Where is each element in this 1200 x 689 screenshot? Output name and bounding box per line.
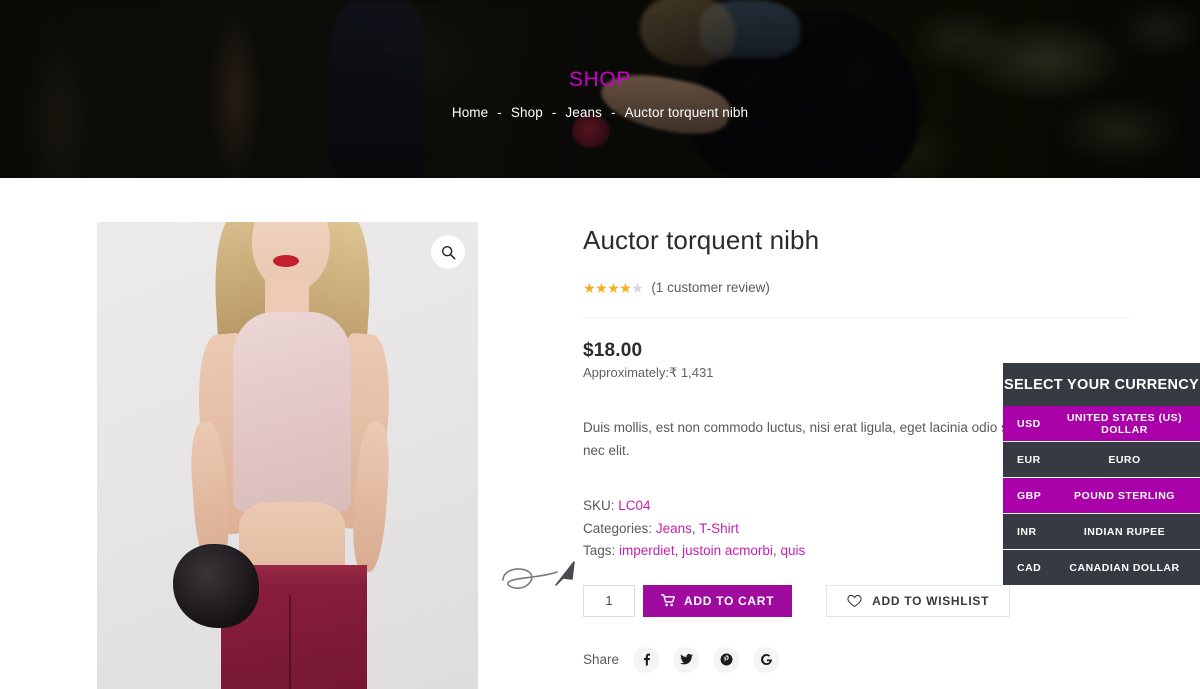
tag-link-imperdiet[interactable]: imperdiet bbox=[619, 543, 675, 558]
summary-divider bbox=[583, 317, 1129, 318]
tag-link-quis[interactable]: quis bbox=[780, 543, 805, 558]
product-title: Auctor torquent nibh bbox=[583, 225, 820, 255]
currency-option-cad[interactable]: CAD CANADIAN DOLLAR bbox=[1003, 550, 1200, 586]
product-summary: Auctor torquent nibh ★ ★ ★ ★ ★ (1 custom… bbox=[478, 222, 1129, 689]
currency-option-inr[interactable]: INR INDIAN RUPEE bbox=[1003, 514, 1200, 550]
sku-row: SKU: LC04 bbox=[583, 495, 1038, 518]
purchase-actions: ADD TO CART ADD TO WISHLIST bbox=[583, 584, 1038, 617]
currency-option-gbp[interactable]: GBP POUND STERLING bbox=[1003, 478, 1200, 514]
sku-value: LC04 bbox=[618, 497, 651, 513]
product-price: $18.00 bbox=[583, 340, 643, 361]
product-gallery[interactable] bbox=[97, 222, 478, 689]
product-meta: SKU: LC04 Categories: Jeans, T-Shirt Tag… bbox=[583, 495, 1038, 563]
breadcrumb: Home - Shop - Jeans - Auctor torquent ni… bbox=[452, 105, 748, 120]
add-to-cart-button[interactable]: ADD TO CART bbox=[643, 584, 793, 617]
hero-content: SHOP Home - Shop - Jeans - Auctor torque… bbox=[0, 0, 1200, 178]
currency-option-usd[interactable]: USD UNITED STATES (US) DOLLAR bbox=[1003, 406, 1200, 442]
google-icon bbox=[760, 654, 772, 666]
category-link-jeans[interactable]: Jeans bbox=[656, 521, 692, 536]
currency-name: INDIAN RUPEE bbox=[1083, 525, 1166, 538]
currency-option-eur[interactable]: EUR EURO bbox=[1003, 442, 1200, 478]
page-title: SHOP bbox=[569, 68, 631, 91]
breadcrumb-separator: - bbox=[551, 105, 557, 120]
magnifier-icon bbox=[441, 245, 455, 259]
cart-icon bbox=[661, 594, 675, 607]
share-button-twitter[interactable] bbox=[673, 646, 700, 673]
product-description: Duis mollis, est non commodo luctus, nis… bbox=[583, 420, 1027, 458]
currency-name: EURO bbox=[1108, 453, 1141, 466]
category-link-tshirt[interactable]: T-Shirt bbox=[699, 521, 739, 536]
categories-label: Categories: bbox=[583, 520, 653, 536]
share-button-facebook[interactable] bbox=[633, 646, 660, 673]
categories-row: Categories: Jeans, T-Shirt bbox=[583, 518, 1038, 541]
tags-label: Tags: bbox=[583, 543, 616, 559]
breadcrumb-item-current: Auctor torquent nibh bbox=[624, 105, 749, 120]
pinterest-icon bbox=[720, 653, 732, 666]
currency-name: UNITED STATES (US) DOLLAR bbox=[1066, 411, 1183, 436]
share-label: Share bbox=[583, 652, 620, 668]
add-to-cart-label: ADD TO CART bbox=[684, 593, 775, 608]
currency-name: CANADIAN DOLLAR bbox=[1069, 561, 1180, 574]
star-icon-filled: ★ bbox=[619, 279, 632, 296]
approximate-value: ₹ 1,431 bbox=[668, 365, 714, 380]
approximate-price: Approximately:₹ 1,431 bbox=[583, 365, 1038, 381]
currency-code: CAD bbox=[1017, 561, 1042, 574]
zoom-button[interactable] bbox=[431, 235, 465, 269]
meta-comma: , bbox=[674, 543, 679, 559]
breadcrumb-item-jeans[interactable]: Jeans bbox=[565, 105, 602, 120]
currency-code: INR bbox=[1017, 525, 1037, 538]
rating-row: ★ ★ ★ ★ ★ (1 customer review) bbox=[583, 280, 1038, 295]
currency-widget-header: SELECT YOUR CURRENCY bbox=[1003, 363, 1200, 406]
tags-row: Tags: imperdiet, justoin acmorbi, quis bbox=[583, 540, 1038, 563]
approximate-label: Approximately: bbox=[583, 365, 669, 380]
currency-code: EUR bbox=[1017, 453, 1041, 466]
add-to-wishlist-button[interactable]: ADD TO WISHLIST bbox=[826, 584, 1011, 617]
heart-icon bbox=[847, 594, 862, 607]
product-image-detail bbox=[289, 594, 291, 689]
product-image-detail bbox=[173, 544, 259, 628]
breadcrumb-separator: - bbox=[610, 105, 616, 120]
add-to-wishlist-label: ADD TO WISHLIST bbox=[872, 593, 990, 608]
price-block: $18.00 Approximately:₹ 1,431 bbox=[583, 340, 1038, 381]
twitter-icon bbox=[679, 654, 693, 665]
share-button-pinterest[interactable] bbox=[713, 646, 740, 673]
product-image-detail bbox=[273, 255, 299, 267]
customer-review-link[interactable]: (1 customer review) bbox=[651, 280, 770, 295]
star-rating[interactable]: ★ ★ ★ ★ ★ bbox=[583, 279, 644, 296]
star-icon-filled: ★ bbox=[607, 279, 620, 296]
hero-banner: SHOP Home - Shop - Jeans - Auctor torque… bbox=[0, 0, 1200, 178]
currency-code: USD bbox=[1017, 417, 1041, 430]
share-button-google[interactable] bbox=[753, 646, 780, 673]
currency-name: POUND STERLING bbox=[1074, 489, 1175, 502]
star-icon-empty: ★ bbox=[631, 279, 644, 296]
breadcrumb-item-shop[interactable]: Shop bbox=[511, 105, 543, 120]
meta-comma: , bbox=[772, 543, 777, 559]
product-image-detail bbox=[233, 312, 351, 512]
star-icon-filled: ★ bbox=[595, 279, 608, 296]
star-icon-filled: ★ bbox=[583, 279, 596, 296]
breadcrumb-item-home[interactable]: Home bbox=[452, 105, 488, 120]
tag-link-justoin-acmorbi[interactable]: justoin acmorbi bbox=[682, 543, 773, 558]
sku-label: SKU: bbox=[583, 497, 615, 513]
share-row: Share bbox=[583, 646, 1038, 673]
facebook-icon bbox=[643, 654, 650, 666]
currency-code: GBP bbox=[1017, 489, 1042, 502]
quantity-input[interactable] bbox=[583, 584, 635, 617]
meta-comma: , bbox=[691, 520, 696, 536]
breadcrumb-separator: - bbox=[497, 105, 502, 120]
currency-widget: SELECT YOUR CURRENCY USD UNITED STATES (… bbox=[1003, 363, 1200, 586]
